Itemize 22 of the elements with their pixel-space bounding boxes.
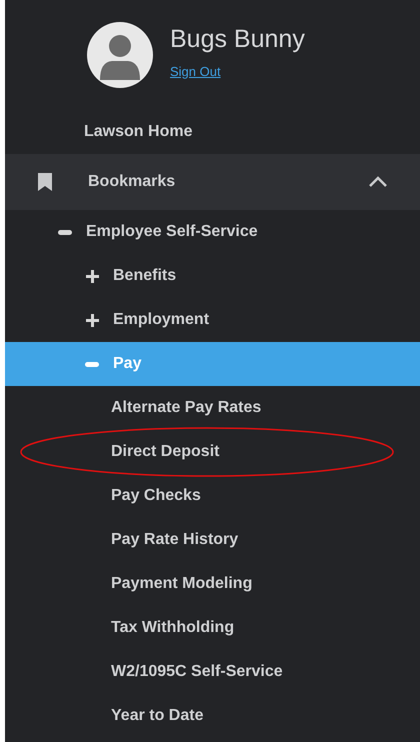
tree-item[interactable]: Tax Withholding [5,606,420,650]
plus-icon [86,314,98,326]
tree-item[interactable]: Employment [5,298,420,342]
bookmark-icon [38,173,52,191]
tree-item[interactable]: Benefits [5,254,420,298]
minus-icon [85,362,99,366]
tree-item[interactable]: Pay Checks [5,474,420,518]
tree-item[interactable]: Direct Deposit [5,430,420,474]
tree-item[interactable]: W2/1095C Self-Service [5,650,420,694]
tree-item[interactable]: Employee Self-Service [5,210,420,254]
minus-icon [58,230,72,234]
tree-item[interactable]: Alternate Pay Rates [5,386,420,430]
home-link[interactable]: Lawson Home [84,120,192,144]
tree-item[interactable]: Year to Date [5,694,420,738]
user-name: Bugs Bunny [170,26,305,54]
tree-item[interactable]: Pay Rate History [5,518,420,562]
tree-item[interactable]: Payment Modeling [5,562,420,606]
bookmarks-header[interactable]: Bookmarks [5,154,420,210]
avatar-icon [87,22,153,88]
sign-out-link[interactable]: Sign Out [170,62,221,81]
plus-icon [86,270,98,282]
chevron-icon [368,175,388,189]
